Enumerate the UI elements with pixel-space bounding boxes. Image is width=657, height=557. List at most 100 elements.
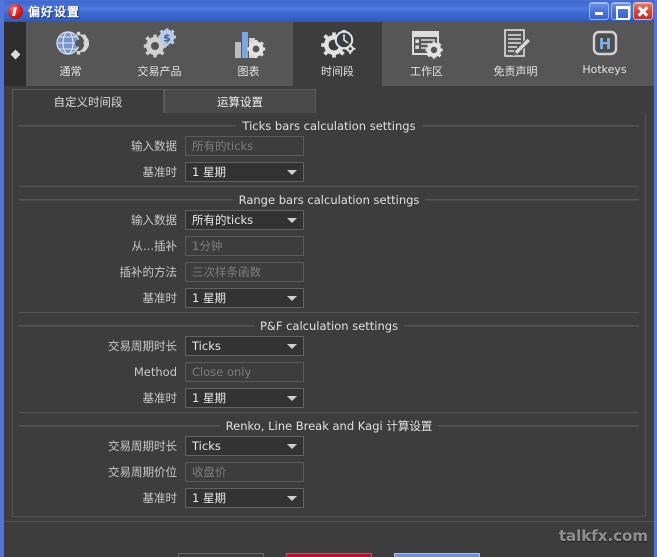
footer-buttons	[4, 553, 654, 557]
section-range-bars: Range bars calculation settings 输入数据 所有的…	[13, 191, 645, 317]
chevron-down-icon	[287, 496, 297, 501]
interpolate-from-field[interactable]: 1分钟	[185, 236, 304, 256]
gears-dollar-icon: $	[141, 26, 179, 62]
tab-custom-timeframes[interactable]: 自定义时间段	[12, 89, 164, 113]
form-row: 输入数据 所有的ticks	[13, 134, 645, 158]
svg-text:H: H	[598, 35, 611, 53]
toolbar-item-hotkeys[interactable]: H Hotkeys	[560, 22, 649, 86]
document-pen-icon	[500, 26, 532, 62]
scroll-left-diamond-icon	[10, 49, 20, 59]
field-label: 基准时	[142, 491, 178, 505]
method-field[interactable]: Close only	[185, 362, 304, 382]
toolbar-item-workspace[interactable]: 工作区	[382, 22, 471, 86]
toolbar-item-disclaimer[interactable]: 免责声明	[471, 22, 560, 86]
divider	[404, 325, 640, 326]
field-label: 从...插补	[131, 239, 177, 253]
field-label: 输入数据	[131, 213, 177, 227]
base-timeframe-select[interactable]: 1 星期	[185, 288, 304, 308]
title-bar: 偏好设置	[4, 0, 654, 22]
watermark: talkfx.com	[558, 527, 648, 545]
form-row: 从...插补 1分钟	[13, 234, 645, 258]
toolbar-item-label: 图表	[237, 65, 260, 78]
field-label: 基准时	[142, 165, 178, 179]
section-title: Range bars calculation settings	[238, 192, 420, 207]
form-row: 基准时 1 星期	[13, 160, 645, 184]
toolbar-item-label: 时间段	[321, 65, 354, 78]
window-gear-icon	[410, 26, 444, 62]
section-header: Range bars calculation settings	[13, 191, 645, 208]
base-timeframe-select[interactable]: 1 星期	[185, 388, 304, 408]
select-value: 所有的ticks	[192, 213, 254, 227]
toolbar-scroll-left-button[interactable]	[4, 22, 26, 86]
field-label: 交易周期时长	[108, 439, 177, 453]
field-label: 基准时	[142, 291, 178, 305]
chevron-down-icon	[287, 170, 297, 175]
cancel-button[interactable]	[286, 553, 372, 557]
period-length-select[interactable]: Ticks	[185, 436, 304, 456]
svg-text:$: $	[163, 31, 171, 44]
select-value: 1 星期	[192, 391, 226, 405]
toolbar-item-label: 交易产品	[137, 65, 182, 78]
divider	[19, 325, 254, 326]
select-value: 1 星期	[192, 165, 226, 179]
form-row: 基准时 1 星期	[13, 286, 645, 310]
section-title: P&F calculation settings	[259, 318, 399, 333]
window-controls	[589, 2, 653, 20]
form-row: 插补的方法 三次样条函数	[13, 260, 645, 284]
input-data-select[interactable]: 所有的ticks	[185, 210, 304, 230]
section-header: Ticks bars calculation settings	[13, 117, 645, 134]
close-button[interactable]	[633, 2, 653, 20]
section-title: Renko, Line Break and Kagi 计算设置	[225, 418, 433, 433]
form-row: 交易周期时长 Ticks	[13, 434, 645, 458]
toolbar-item-charts[interactable]: 图表	[204, 22, 293, 86]
divider	[19, 312, 639, 313]
reset-button[interactable]	[178, 553, 264, 557]
toolbar-item-label: 工作区	[410, 65, 443, 78]
toolbar-item-label: 免责声明	[493, 65, 538, 78]
globe-gear-icon	[53, 26, 89, 62]
form-row: 交易周期价位 收盘价	[13, 460, 645, 484]
tab-calculation-settings[interactable]: 运算设置	[164, 89, 316, 113]
divider	[421, 125, 639, 126]
section-header: P&F calculation settings	[13, 317, 645, 334]
period-length-select[interactable]: Ticks	[185, 336, 304, 356]
divider	[425, 199, 640, 200]
hotkey-h-icon: H	[589, 26, 621, 62]
clock-gear-icon	[320, 26, 356, 62]
divider	[19, 412, 639, 413]
field-label: 输入数据	[131, 139, 177, 153]
form-row: 输入数据 所有的ticks	[13, 208, 645, 232]
section-title: Ticks bars calculation settings	[242, 118, 416, 133]
maximize-button[interactable]	[611, 2, 631, 20]
select-value: 1 星期	[192, 291, 226, 305]
toolbar-items: 通常 $ 交易产品 图表 时间段 工作区 免责声明 H Hotkeys	[26, 22, 654, 86]
divider	[19, 199, 233, 200]
toolbar-item-timeframes[interactable]: 时间段	[293, 22, 382, 86]
divider	[19, 186, 639, 187]
period-price-field[interactable]: 收盘价	[185, 462, 304, 482]
field-label: 插补的方法	[119, 265, 178, 279]
preferences-window: 偏好设置 通常 $ 交易产品 图表 时间段 工作区 免责声明 H Hotkeys…	[0, 0, 657, 557]
base-timeframe-select[interactable]: 1 星期	[185, 488, 304, 508]
field-label: 交易周期价位	[108, 465, 177, 479]
settings-panel: Ticks bars calculation settings 输入数据 所有的…	[12, 113, 646, 517]
toolbar-item-symbols[interactable]: $ 交易产品	[115, 22, 204, 86]
field-label: 交易周期时长	[108, 339, 177, 353]
chevron-down-icon	[287, 218, 297, 223]
chevron-down-icon	[287, 444, 297, 449]
window-title: 偏好设置	[28, 4, 81, 19]
select-value: 1 星期	[192, 491, 226, 505]
section-renko-linebreak-kagi: Renko, Line Break and Kagi 计算设置 交易周期时长 T…	[13, 417, 645, 516]
base-timeframe-select[interactable]: 1 星期	[185, 162, 304, 182]
minimize-button[interactable]	[589, 2, 609, 20]
dialog-footer: talkfx.com	[4, 521, 654, 557]
section-ticks-bars: Ticks bars calculation settings 输入数据 所有的…	[13, 117, 645, 191]
chevron-down-icon	[287, 296, 297, 301]
toolbar-item-general[interactable]: 通常	[26, 22, 115, 86]
form-row: 基准时 1 星期	[13, 486, 645, 510]
input-data-field[interactable]: 所有的ticks	[185, 136, 304, 156]
ok-button[interactable]	[394, 553, 480, 557]
interpolation-method-field[interactable]: 三次样条函数	[185, 262, 304, 282]
toolbar-item-label: 通常	[59, 65, 82, 78]
chevron-down-icon	[287, 344, 297, 349]
